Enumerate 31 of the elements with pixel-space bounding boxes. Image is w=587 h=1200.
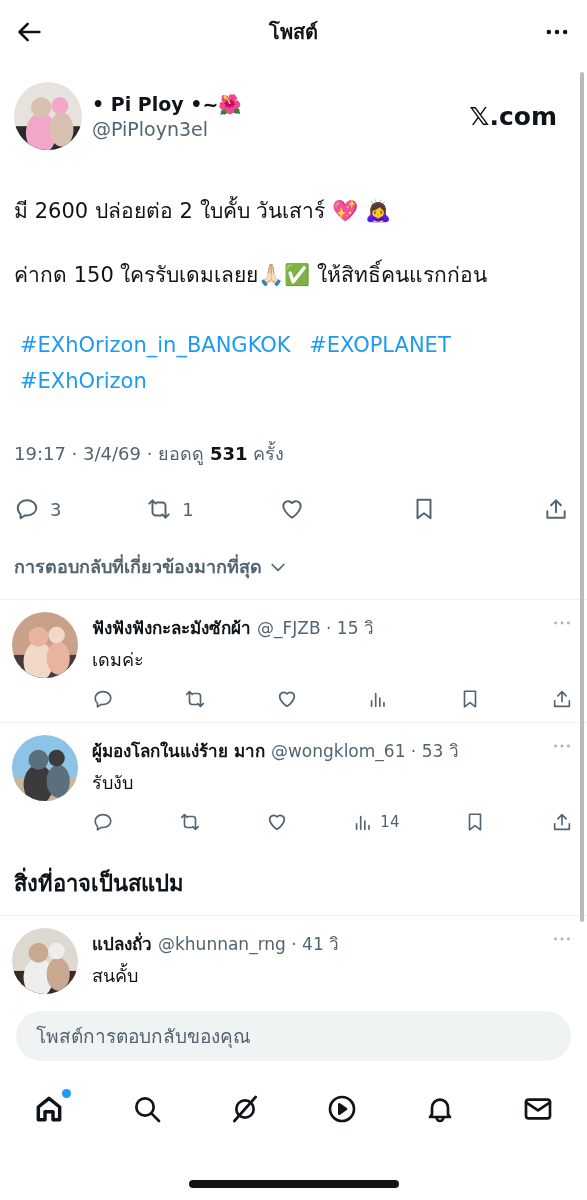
reply-icon[interactable]: [92, 811, 114, 833]
user-handle-time: @khunnan_rng · 41 วิ: [158, 933, 341, 957]
post-text: มี 2600 ปล่อยต่อ 2 ใบคั้บ วันเสาร์ 💖 🙇‍♀: [0, 194, 587, 227]
page-title: โพสต์: [269, 19, 318, 46]
source-label: 𝕏.com: [469, 101, 557, 131]
share-icon[interactable]: [551, 811, 573, 833]
section-heading: สิ่งที่อาจเป็นสแปม: [0, 845, 587, 915]
user-handle-time: @_FJZB · 15 วิ: [257, 617, 375, 641]
reply-text: เดมค่ะ: [92, 648, 145, 672]
reply-icon[interactable]: [92, 688, 114, 710]
reply-text: สนคั้บ: [92, 962, 139, 988]
sort-label[interactable]: การตอบกลับที่เกี่ยวข้องมากที่สุด: [14, 552, 262, 581]
author-handle[interactable]: @PiPloyn3el: [92, 117, 460, 140]
user-name[interactable]: ฟังฟังฟังกะละมังซักผ้า: [92, 614, 251, 641]
user-name[interactable]: แปลงถั่ว: [92, 930, 152, 957]
author-name[interactable]: • Pi Ploy •~🌺: [92, 92, 460, 116]
reply-text: รับงับ: [92, 771, 134, 795]
repost-icon[interactable]: [146, 496, 173, 522]
post-text: ค่ากด 150 ใครรับเดมเลยย🙏🏻✅ ให้สิทธิ์คนแรกก่อน: [0, 258, 587, 291]
action-count: 1: [182, 498, 194, 520]
repost-icon[interactable]: [178, 811, 201, 833]
reply-field[interactable]: โพสต์การตอบกลับของคุณ: [16, 1011, 571, 1061]
post-meta: 19:17 · 3/4/69 · ยอดดู 531 ครั้ง: [13, 440, 286, 467]
view-count: 14: [380, 813, 400, 831]
repost-icon[interactable]: [183, 688, 206, 710]
reply-icon[interactable]: [14, 496, 40, 522]
user-handle-time: @wongklom_61 · 53 วิ: [270, 740, 460, 764]
user-name[interactable]: ผู้มองโลกในแง่ร้าย มาก: [92, 737, 265, 764]
share-icon[interactable]: [543, 496, 569, 522]
share-icon[interactable]: [551, 688, 573, 710]
action-count: 3: [50, 498, 62, 520]
